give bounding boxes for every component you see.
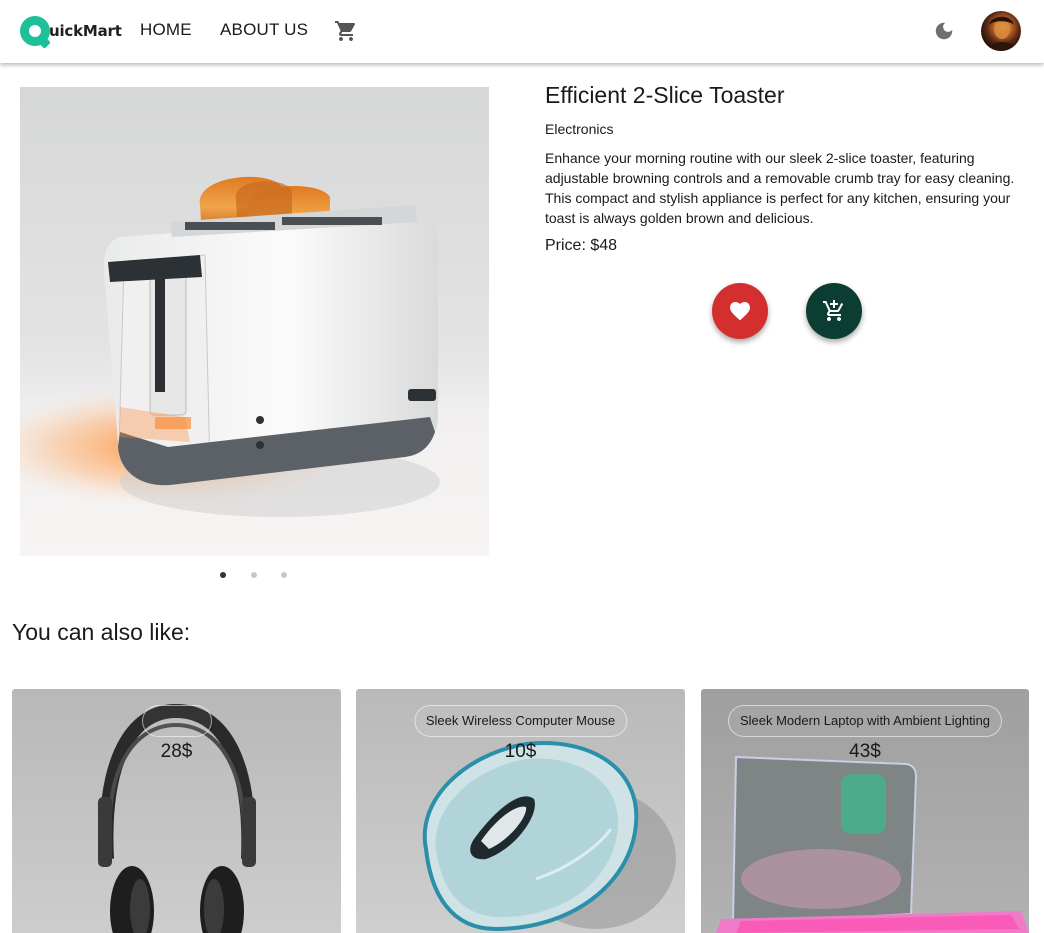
top-app-bar: uickMart HOME ABOUT US — [0, 0, 1044, 63]
recommendation-card-laptop[interactable]: Sleek Modern Laptop with Ambient Lightin… — [701, 689, 1029, 933]
product-image[interactable] — [20, 87, 489, 556]
recommendation-card-headphones[interactable]: 28$ — [12, 689, 341, 933]
logo-q-icon — [20, 16, 51, 49]
recommendations-heading: You can also like: — [12, 619, 191, 645]
product-price: Price: $48 — [545, 237, 618, 254]
product-description: Enhance your morning routine with our sl… — [545, 150, 1015, 226]
add-to-cart-button[interactable] — [806, 283, 862, 339]
favorite-button[interactable] — [712, 283, 768, 339]
nav-about-link[interactable]: ABOUT US — [220, 20, 308, 40]
recommendation-card-mouse[interactable]: Sleek Wireless Computer Mouse 10$ — [356, 689, 685, 933]
card-price: 28$ — [160, 741, 193, 762]
card-name-chip — [141, 705, 212, 737]
carousel-dot-3[interactable] — [281, 572, 287, 578]
heart-icon — [730, 302, 750, 321]
cart-icon[interactable] — [334, 19, 358, 43]
carousel-dots — [220, 572, 290, 580]
card-price: 43$ — [849, 741, 881, 762]
product-category: Electronics — [545, 121, 614, 137]
logo-text: uickMart — [49, 22, 122, 40]
add-cart-icon — [823, 300, 844, 321]
carousel-dot-1[interactable] — [220, 572, 226, 578]
moon-icon[interactable] — [933, 20, 955, 42]
user-avatar[interactable] — [981, 11, 1021, 51]
carousel-dot-2[interactable] — [251, 572, 257, 578]
product-title: Efficient 2-Slice Toaster — [545, 82, 785, 108]
card-name-chip: Sleek Modern Laptop with Ambient Lightin… — [727, 705, 1003, 737]
quickmart-logo[interactable]: uickMart — [20, 15, 122, 49]
card-name-chip: Sleek Wireless Computer Mouse — [413, 705, 628, 737]
card-price: 10$ — [504, 741, 537, 762]
nav-home-link[interactable]: HOME — [140, 20, 192, 40]
